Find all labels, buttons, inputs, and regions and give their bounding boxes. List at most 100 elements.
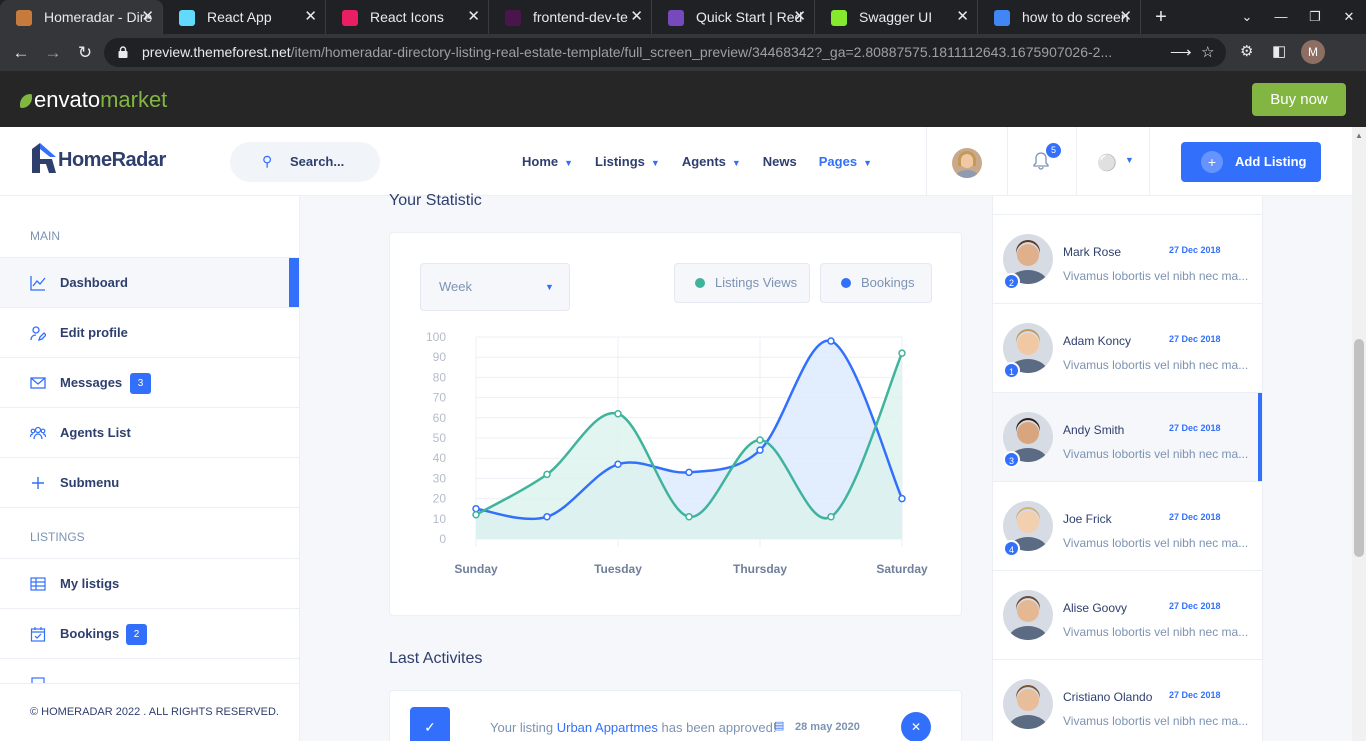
url-text: preview.themeforest.net/item/homeradar-d… bbox=[142, 44, 1113, 60]
homeradar-logo-icon[interactable] bbox=[30, 143, 58, 173]
sidebar-item-bookings[interactable]: Bookings 2 bbox=[0, 608, 299, 658]
close-tab-icon[interactable]: ✕ bbox=[304, 0, 317, 34]
back-button[interactable]: ← bbox=[8, 40, 34, 66]
message-date: 27 Dec 2018 bbox=[1169, 512, 1221, 522]
message-item[interactable]: Cristiano Olando 27 Dec 2018 Vivamus lobor… bbox=[993, 659, 1262, 741]
sidebar-item-my-listings[interactable]: My listigs bbox=[0, 558, 299, 608]
maximize-button[interactable]: ❐ bbox=[1298, 0, 1332, 34]
plus-icon: + bbox=[1201, 151, 1223, 173]
close-tab-icon[interactable]: ✕ bbox=[1119, 0, 1132, 34]
tab-title: Quick Start | Red bbox=[696, 9, 803, 25]
x-tick-label: Tuesday bbox=[594, 562, 642, 576]
legend-listings-views[interactable]: Listings Views bbox=[674, 263, 810, 303]
address-bar[interactable]: preview.themeforest.net/item/homeradar-d… bbox=[104, 38, 1226, 67]
new-tab-button[interactable]: + bbox=[1141, 0, 1181, 34]
plus-icon bbox=[32, 477, 44, 489]
browser-tab[interactable]: Swagger UI ✕ bbox=[815, 0, 978, 34]
chevron-down-icon: ▼ bbox=[863, 158, 872, 168]
reload-button[interactable]: ↻ bbox=[72, 40, 98, 66]
period-select[interactable]: Week ▼ bbox=[420, 263, 570, 311]
dashboard-sidebar: MAIN Dashboard Edit profile Messages 3 A… bbox=[0, 196, 300, 741]
buy-now-button[interactable]: Buy now bbox=[1252, 83, 1346, 116]
browser-tab[interactable]: React Icons ✕ bbox=[326, 0, 489, 34]
sidebar-heading-main: MAIN bbox=[30, 229, 60, 243]
forward-button[interactable]: → bbox=[40, 40, 66, 66]
browser-tab[interactable]: how to do screen ✕ bbox=[978, 0, 1141, 34]
header-divider bbox=[1007, 127, 1008, 196]
sidebar-item-edit-profile[interactable]: Edit profile bbox=[0, 307, 299, 357]
data-point bbox=[614, 410, 622, 418]
sidebar-footer: © HOMERADAR 2022 . ALL RIGHTS RESERVED. bbox=[0, 683, 299, 741]
data-point bbox=[827, 513, 835, 521]
message-item[interactable]: 3 Andy Smith 27 Dec 2018 Vivamus lobortis v… bbox=[993, 392, 1262, 482]
envato-logo[interactable]: envatomarket bbox=[20, 87, 167, 113]
message-item[interactable]: 4 Joe Frick 27 Dec 2018 Vivamus lobortis ve… bbox=[993, 481, 1262, 570]
browser-tab[interactable]: Quick Start | Red ✕ bbox=[652, 0, 815, 34]
statistic-chart: 0 10 20 30 40 50 60 70 80 90 100 Sunday Tuesday Thurs… bbox=[426, 330, 928, 576]
chevron-down-icon[interactable]: ▼ bbox=[1125, 155, 1134, 165]
nav-news[interactable]: News bbox=[763, 127, 797, 196]
profile-avatar[interactable]: M bbox=[1301, 40, 1325, 64]
close-tab-icon[interactable]: ✕ bbox=[956, 0, 969, 34]
close-tab-icon[interactable]: ✕ bbox=[141, 0, 154, 34]
message-preview: Vivamus lobortis vel nibh nec ma... bbox=[1063, 714, 1249, 728]
close-window-button[interactable]: ✕ bbox=[1332, 0, 1366, 34]
tab-title: React App bbox=[207, 9, 272, 25]
close-tab-icon[interactable]: ✕ bbox=[793, 0, 806, 34]
activity-listing-link[interactable]: Urban Appartmes bbox=[557, 720, 658, 735]
header-divider bbox=[1149, 127, 1150, 196]
scroll-up-arrow-icon[interactable]: ▲ bbox=[1355, 131, 1363, 140]
sender-name: Adam Koncy bbox=[1063, 334, 1132, 348]
message-item[interactable]: Alise Goovy 27 Dec 2018 Vivamus lobortis v… bbox=[993, 570, 1262, 659]
data-point bbox=[898, 349, 906, 357]
data-point bbox=[543, 513, 551, 521]
share-icon[interactable]: ⟶ bbox=[1170, 38, 1192, 67]
close-tab-icon[interactable]: ✕ bbox=[467, 0, 480, 34]
sidebar-item-messages[interactable]: Messages 3 bbox=[0, 357, 299, 407]
nav-agents[interactable]: Agents ▼ bbox=[682, 127, 741, 196]
minimize-button[interactable]: — bbox=[1264, 0, 1298, 34]
side-panel-icon[interactable]: ◧ bbox=[1272, 42, 1286, 60]
legend-bookings[interactable]: Bookings bbox=[820, 263, 932, 303]
close-tab-icon[interactable]: ✕ bbox=[630, 0, 643, 34]
nav-pages[interactable]: Pages ▼ bbox=[819, 127, 872, 196]
extensions-icon[interactable]: ⚙ bbox=[1240, 42, 1253, 60]
bookmark-star-icon[interactable]: ☆ bbox=[1201, 38, 1214, 67]
sidebar-item-label: Agents List bbox=[60, 425, 131, 440]
scrollbar-thumb[interactable] bbox=[1354, 339, 1364, 557]
add-listing-button[interactable]: + Add Listing bbox=[1181, 142, 1321, 182]
message-item[interactable]: 1 Adam Koncy 27 Dec 2018 Vivamus lobortis v… bbox=[993, 303, 1262, 392]
tab-favicon-icon bbox=[994, 10, 1010, 26]
search-input[interactable]: ⚲ Search... bbox=[230, 142, 380, 182]
sidebar-item-agents-list[interactable]: Agents List bbox=[0, 407, 299, 457]
bookings-count-badge: 2 bbox=[126, 624, 147, 645]
user-avatar[interactable] bbox=[952, 148, 982, 178]
message-item[interactable]: 2 Mark Rose 27 Dec 2018 Vivamus lobortis ve… bbox=[993, 214, 1262, 303]
dismiss-activity-button[interactable]: ✕ bbox=[901, 712, 931, 741]
activity-text: Your listing Urban Appartmes has been ap… bbox=[490, 720, 777, 735]
site-logo-text[interactable]: HomeRadar bbox=[58, 149, 166, 172]
page-scrollbar[interactable]: ▲ bbox=[1352, 127, 1366, 741]
y-tick-label: 40 bbox=[433, 451, 447, 465]
user-edit-icon bbox=[30, 326, 46, 341]
window-controls: ⌄ — ❐ ✕ bbox=[1230, 0, 1366, 34]
sender-name: Joe Frick bbox=[1063, 512, 1112, 526]
browser-tab[interactable]: React App ✕ bbox=[163, 0, 326, 34]
y-tick-label: 10 bbox=[433, 512, 447, 526]
sidebar-item-label: Bookings bbox=[60, 626, 120, 641]
sidebar-item-label: My listigs bbox=[60, 576, 120, 591]
tab-search-icon[interactable]: ⌄ bbox=[1230, 0, 1264, 34]
nav-home[interactable]: Home ▼ bbox=[522, 127, 573, 196]
statistic-title: Your Statistic bbox=[389, 192, 482, 209]
sender-name: Mark Rose bbox=[1063, 245, 1122, 259]
nav-listings[interactable]: Listings ▼ bbox=[595, 127, 660, 196]
browser-toolbar: ← → ↻ preview.themeforest.net/item/homer… bbox=[0, 34, 1366, 71]
message-count-badge: 1 bbox=[1003, 362, 1020, 379]
globe-icon[interactable]: ⚪ bbox=[1097, 153, 1117, 173]
lock-icon[interactable] bbox=[118, 46, 128, 58]
browser-tab[interactable]: frontend-dev-te ✕ bbox=[489, 0, 652, 34]
chart-line-icon bbox=[30, 276, 46, 291]
browser-tab[interactable]: Homeradar - Dire ✕ bbox=[0, 0, 163, 34]
sidebar-item-dashboard[interactable]: Dashboard bbox=[0, 257, 299, 308]
sidebar-item-submenu[interactable]: Submenu bbox=[0, 457, 299, 507]
